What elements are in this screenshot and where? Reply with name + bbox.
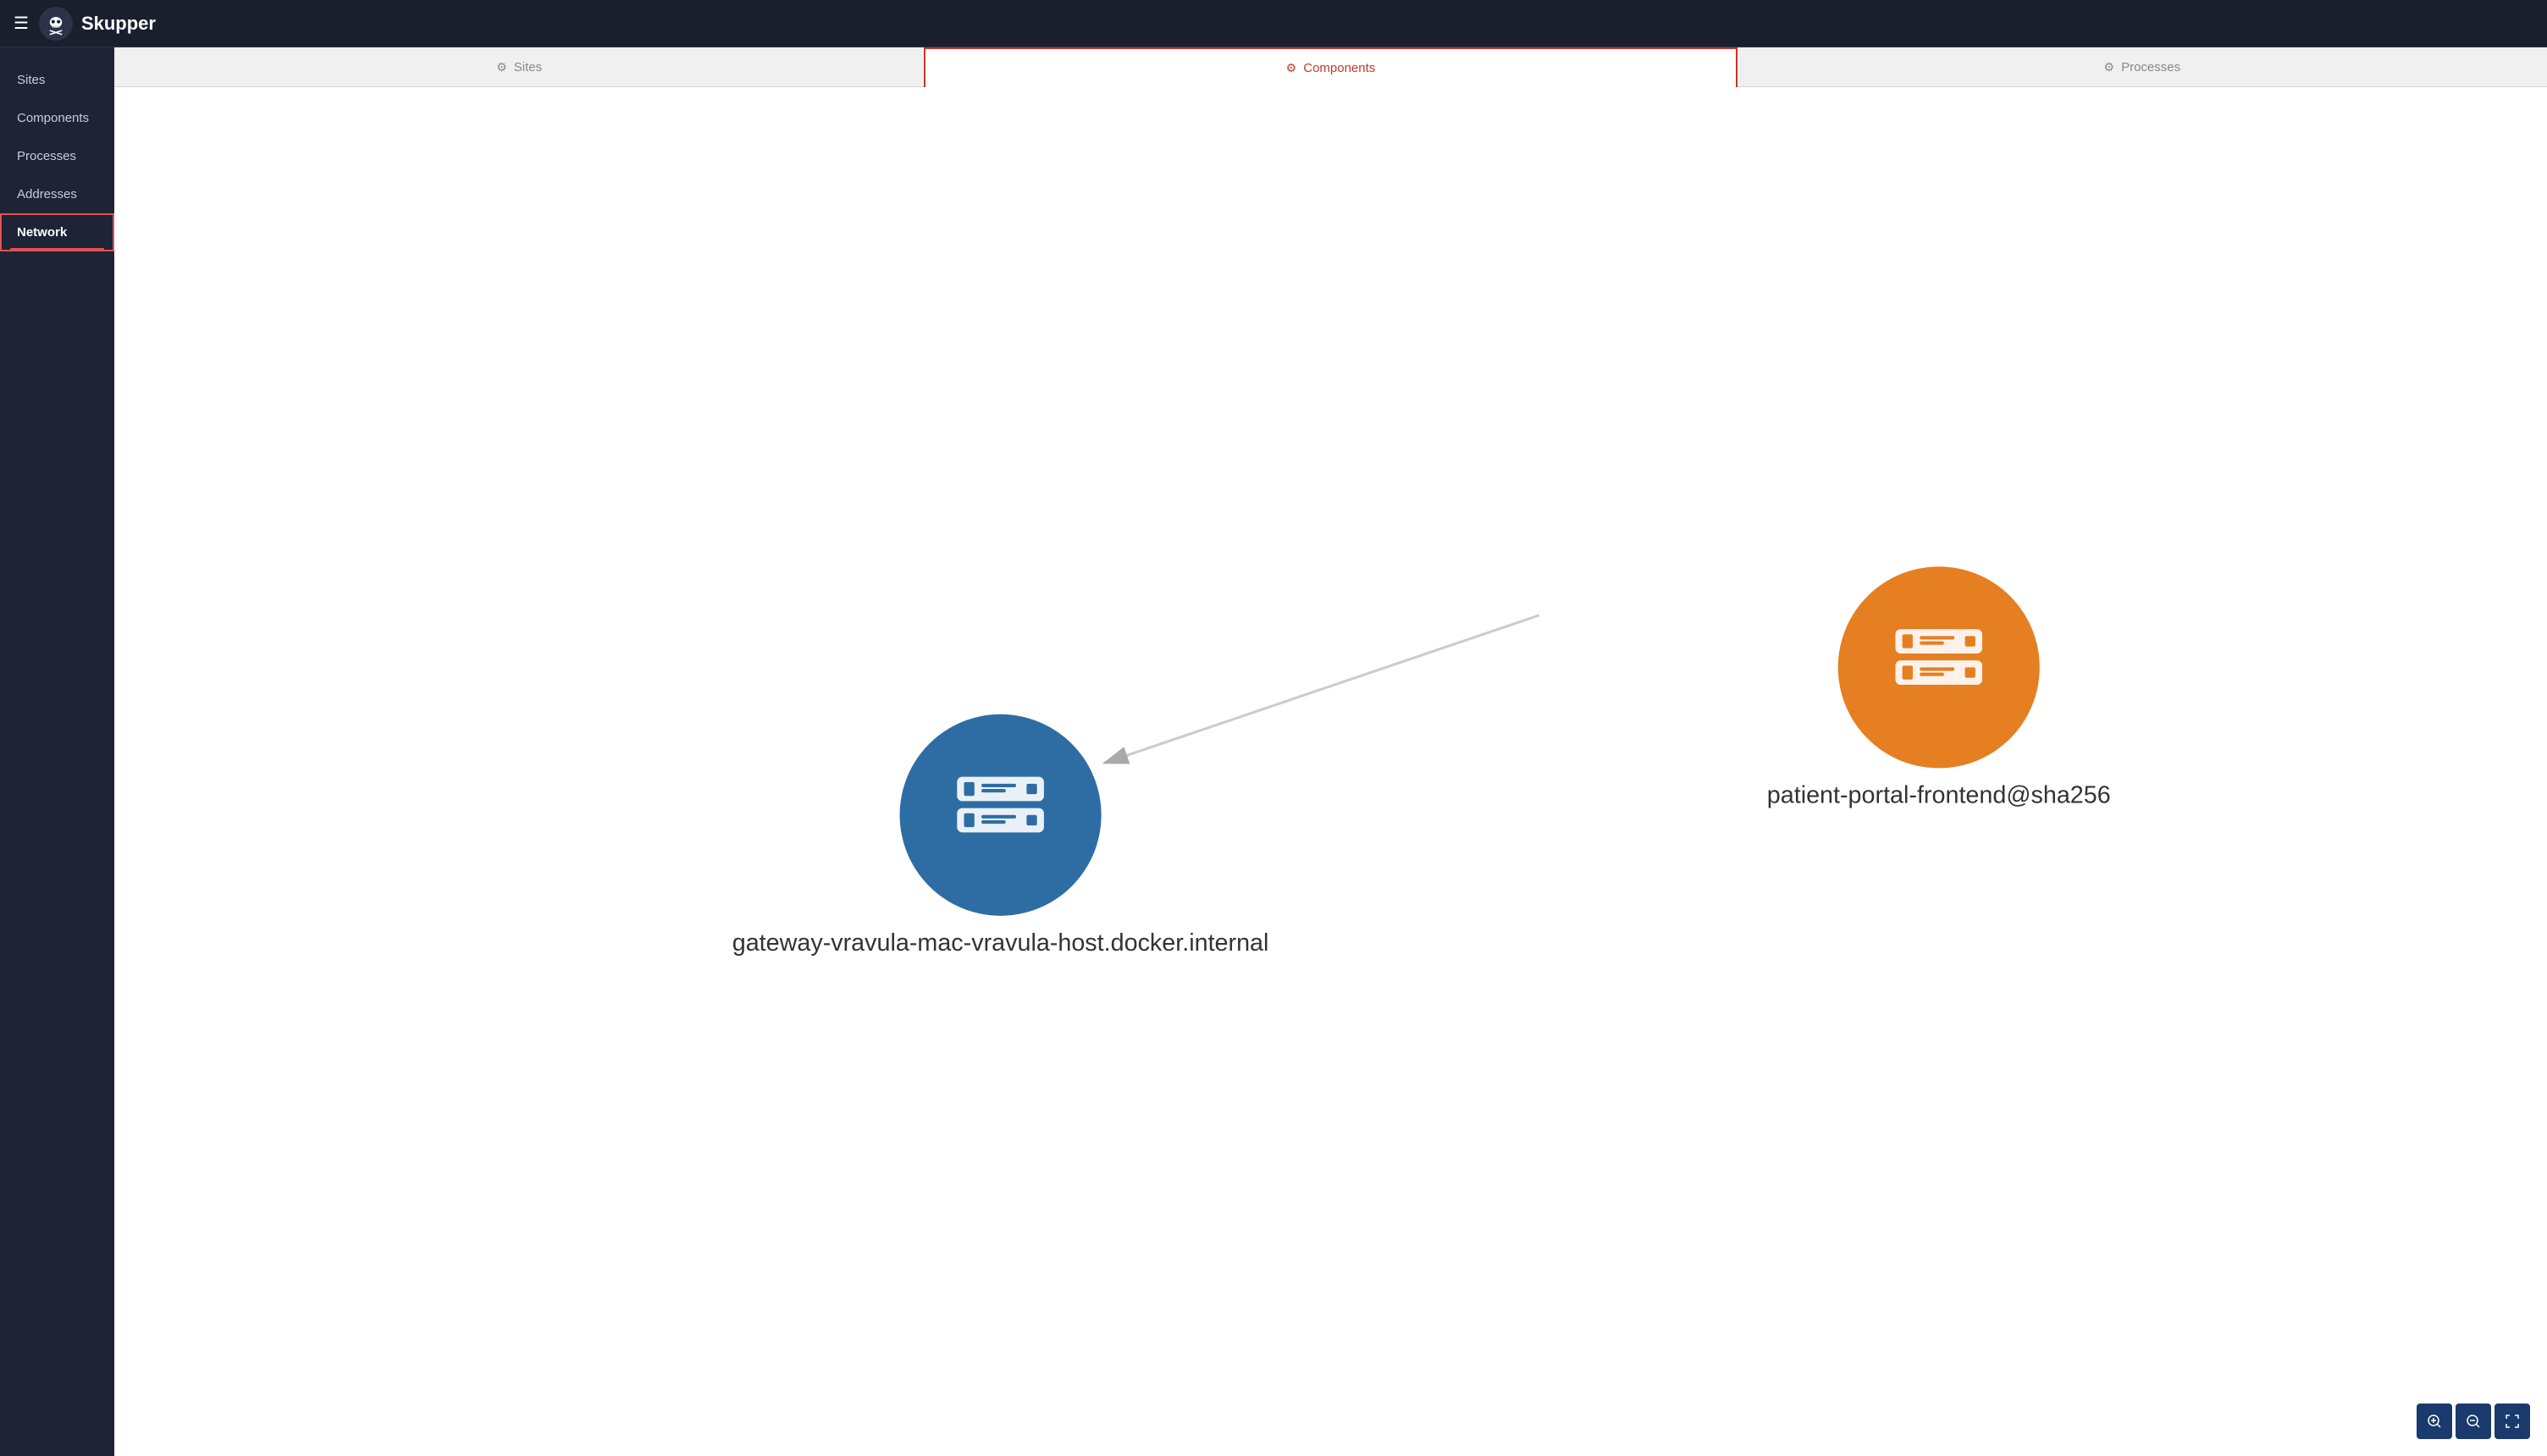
- sidebar-label-components: Components: [17, 111, 89, 125]
- app-logo: [39, 7, 73, 41]
- sidebar-label-sites: Sites: [17, 73, 45, 87]
- zoom-controls: [2417, 1404, 2530, 1439]
- tab-components-label: Components: [1303, 61, 1375, 75]
- sidebar-label-network: Network: [17, 225, 67, 240]
- app-title: Skupper: [81, 13, 156, 35]
- sidebar-item-network[interactable]: Network: [0, 213, 114, 251]
- sidebar-label-addresses: Addresses: [17, 187, 77, 201]
- components-tab-icon: ⚙: [1286, 61, 1297, 75]
- sidebar-item-components[interactable]: Components: [0, 99, 114, 137]
- frontend-label: patient-portal-frontend@sha256: [1767, 781, 2111, 808]
- tab-processes[interactable]: ⚙ Processes: [1738, 47, 2547, 86]
- tab-sites-label: Sites: [514, 60, 542, 74]
- tab-sites[interactable]: ⚙ Sites: [114, 47, 924, 86]
- app-header: ☰ Skupper: [0, 0, 2547, 47]
- sidebar: Sites Components Processes Addresses Net…: [0, 47, 114, 1456]
- diagram-canvas[interactable]: gateway-vravula-mac-vravula-host.docker.…: [114, 87, 2547, 1456]
- logo-container: Skupper: [39, 7, 156, 41]
- content-area: ⚙ Sites ⚙ Components ⚙ Processes: [114, 47, 2547, 1456]
- connection-line: [1105, 615, 1539, 763]
- gateway-label: gateway-vravula-mac-vravula-host.docker.…: [732, 929, 1269, 957]
- sidebar-item-addresses[interactable]: Addresses: [0, 175, 114, 213]
- zoom-in-button[interactable]: [2417, 1404, 2452, 1439]
- main-layout: Sites Components Processes Addresses Net…: [0, 47, 2547, 1456]
- tab-components[interactable]: ⚙ Components: [924, 47, 1737, 87]
- sidebar-label-processes: Processes: [17, 149, 76, 163]
- tabs-bar: ⚙ Sites ⚙ Components ⚙ Processes: [114, 47, 2547, 87]
- zoom-out-button[interactable]: [2456, 1404, 2491, 1439]
- processes-tab-icon: ⚙: [2104, 60, 2115, 74]
- tab-processes-label: Processes: [2121, 60, 2180, 74]
- sidebar-item-processes[interactable]: Processes: [0, 137, 114, 175]
- fit-view-button[interactable]: [2495, 1404, 2530, 1439]
- hamburger-icon[interactable]: ☰: [14, 13, 29, 34]
- sites-tab-icon: ⚙: [496, 60, 507, 74]
- network-diagram-svg: gateway-vravula-mac-vravula-host.docker.…: [114, 87, 2547, 1456]
- sidebar-item-sites[interactable]: Sites: [0, 61, 114, 99]
